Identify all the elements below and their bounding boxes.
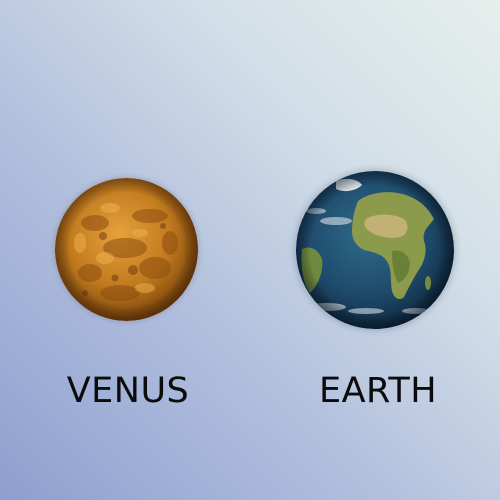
planet-comparison-scene: VENUS EARTH [0, 0, 500, 500]
venus-label: VENUS [66, 371, 190, 411]
earth-planet-image [296, 171, 454, 329]
earth-label: EARTH [318, 371, 438, 411]
venus-planet-image [55, 178, 198, 321]
